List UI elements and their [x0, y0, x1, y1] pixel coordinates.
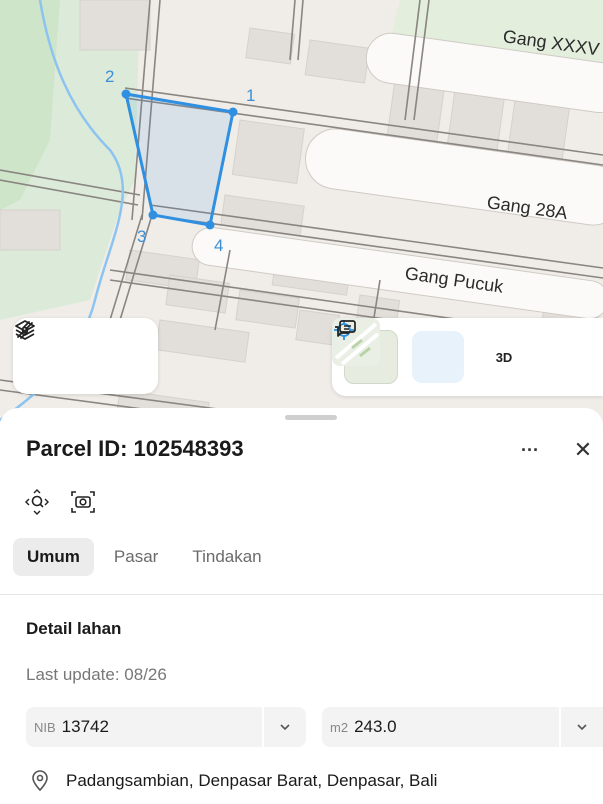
sheet-drag-handle[interactable]	[285, 415, 337, 420]
nib-prefix: NIB	[34, 719, 56, 735]
close-button[interactable]: ✕	[567, 434, 599, 466]
map-tools-right: 3D	[332, 318, 603, 396]
nib-dropdown-button[interactable]	[262, 707, 306, 747]
close-icon: ✕	[573, 437, 593, 462]
chevron-down-icon	[577, 724, 587, 731]
section-heading: Detail lahan	[26, 619, 122, 638]
zoom-to-parcel-icon	[25, 489, 49, 515]
parcel-id: 102548393	[133, 436, 244, 461]
tab-bar: Umum Pasar Tindakan	[13, 538, 276, 576]
area-value: 243.0	[354, 717, 397, 736]
vertex-label-3: 3	[137, 227, 147, 246]
tab-tindakan[interactable]: Tindakan	[178, 538, 275, 576]
feedback-button[interactable]	[335, 320, 584, 382]
camera-icon	[71, 491, 95, 513]
more-button[interactable]: ···	[514, 434, 546, 466]
chevron-down-icon	[280, 724, 290, 731]
parcel-title-label: Parcel ID:	[26, 436, 128, 461]
parcel-vertex	[205, 220, 215, 230]
3d-button[interactable]: 3D	[478, 332, 530, 382]
location-pin-icon	[32, 770, 48, 792]
vertex-label-1: 1	[246, 86, 256, 105]
last-update: Last update: 08/26	[26, 665, 167, 684]
nib-field[interactable]: NIB 13742	[26, 707, 306, 747]
parcel-sheet: Parcel ID: 102548393 ··· ✕ Umum Pasar Tin…	[0, 408, 603, 804]
parcel-vertex	[148, 210, 158, 220]
measure-icon	[17, 321, 33, 339]
tab-pasar[interactable]: Pasar	[100, 538, 172, 576]
screenshot-button[interactable]	[69, 488, 97, 516]
map-tools-left	[13, 318, 158, 394]
divider	[0, 594, 603, 595]
parcel-vertex	[121, 89, 131, 99]
tab-umum[interactable]: Umum	[13, 538, 94, 576]
vertex-label-4: 4	[214, 236, 224, 255]
locate-button[interactable]	[334, 320, 464, 383]
address-text: Padangsambian, Denpasar Barat, Denpasar,…	[66, 771, 438, 790]
measure-button[interactable]	[17, 321, 141, 381]
map-view[interactable]: Gang XXXV Gang 28A Gang Pucuk 1 2 3 4 3D	[0, 0, 603, 430]
parcel-polygon	[124, 92, 235, 227]
parcel-vertex	[228, 107, 238, 117]
area-prefix: m2	[330, 719, 349, 735]
nib-value: 13742	[61, 717, 109, 736]
area-field[interactable]: m2 243.0	[322, 707, 603, 747]
vertex-label-2: 2	[105, 67, 115, 86]
parcel-title: Parcel ID: 102548393	[26, 436, 244, 462]
area-dropdown-button[interactable]	[559, 707, 603, 747]
zoom-to-parcel-button[interactable]	[23, 488, 51, 516]
address-row: Padangsambian, Denpasar Barat, Denpasar,…	[30, 770, 437, 792]
feedback-icon	[335, 320, 356, 337]
